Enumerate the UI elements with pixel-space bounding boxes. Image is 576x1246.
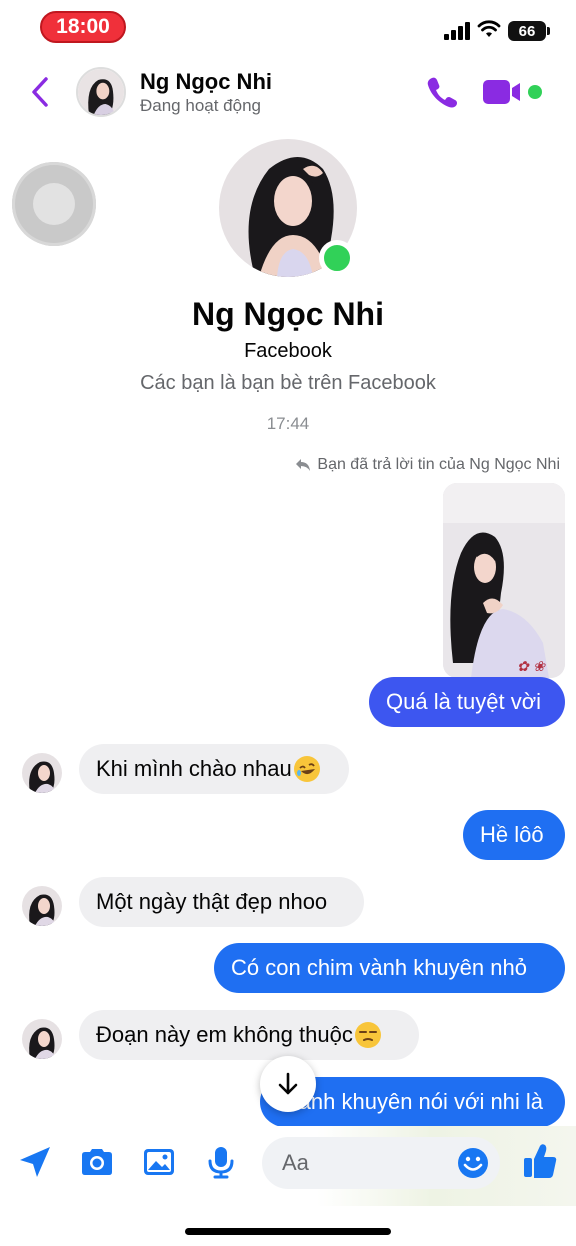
- message-incoming[interactable]: Một ngày thật đẹp nhoo: [79, 877, 364, 927]
- camera-icon[interactable]: [79, 1144, 115, 1180]
- wifi-icon: [477, 20, 501, 37]
- chat-header: Ng Ngọc Nhi Đang hoạt động: [0, 58, 576, 128]
- profile-friends-note: Các bạn là bạn bè trên Facebook: [140, 372, 436, 394]
- message-text: Khi mình chào nhau: [96, 756, 292, 781]
- sender-portrait: [22, 886, 62, 926]
- rolling-laughing-emoji-icon: [293, 756, 320, 782]
- svg-text:✿ ❀: ✿ ❀: [517, 659, 546, 675]
- battery-level: 66: [518, 22, 536, 40]
- cellular-signal-icon: [444, 22, 470, 40]
- message-outgoing[interactable]: Quá là tuyệt vời: [369, 677, 565, 727]
- phone-call-icon[interactable]: [424, 74, 460, 110]
- header-avatar[interactable]: [76, 67, 126, 117]
- status-bar: 18:00 66: [0, 0, 576, 58]
- assistive-touch-button[interactable]: [12, 162, 96, 246]
- reply-note: Bạn đã trả lời tin của Ng Ngọc Nhi: [295, 456, 560, 474]
- sender-avatar[interactable]: [22, 1019, 62, 1059]
- thumbs-up-icon[interactable]: [522, 1141, 558, 1181]
- message-text: Vành khuyên nói với nhi là: [284, 1089, 544, 1114]
- sender-avatar[interactable]: [22, 886, 62, 926]
- contact-name[interactable]: Ng Ngọc Nhi: [140, 69, 272, 95]
- video-call-icon[interactable]: [482, 78, 524, 106]
- message-text: Quá là tuyệt vời: [386, 689, 542, 714]
- composer-bar: [0, 1126, 576, 1206]
- message-incoming[interactable]: Khi mình chào nhau: [79, 744, 349, 794]
- profile-active-indicator: [319, 240, 355, 276]
- message-composer[interactable]: [262, 1137, 500, 1189]
- message-text: Đoạn này em không thuộc: [96, 1022, 353, 1047]
- reply-note-text: Bạn đã trả lời tin của Ng Ngọc Nhi: [317, 456, 560, 473]
- sender-portrait: [22, 753, 62, 793]
- message-outgoing[interactable]: Hề lôô: [463, 810, 565, 860]
- unamused-emoji-icon: [354, 1022, 381, 1048]
- scroll-to-bottom-button[interactable]: [260, 1056, 316, 1112]
- message-text: Một ngày thật đẹp nhoo: [96, 889, 328, 914]
- reply-arrow-icon: [296, 459, 311, 471]
- message-incoming[interactable]: Đoạn này em không thuộc: [79, 1010, 419, 1060]
- replied-story-image[interactable]: ✿ ❀: [443, 483, 565, 678]
- profile-subtitle: Facebook: [244, 340, 332, 362]
- sender-portrait: [22, 1019, 62, 1059]
- sender-avatar[interactable]: [22, 753, 62, 793]
- video-active-indicator: [528, 85, 542, 99]
- avatar-portrait: [78, 69, 124, 115]
- message-text: Có con chim vành khuyên nhỏ: [231, 955, 527, 980]
- profile-name: Ng Ngọc Nhi: [192, 296, 384, 332]
- arrow-down-icon: [278, 1072, 298, 1095]
- home-indicator: [185, 1228, 391, 1235]
- back-chevron-icon[interactable]: [26, 74, 56, 110]
- location-send-icon[interactable]: [17, 1144, 53, 1180]
- contact-status: Đang hoạt động: [140, 96, 261, 115]
- message-input[interactable]: [282, 1137, 452, 1189]
- message-timestamp: 17:44: [266, 414, 310, 433]
- story-photo: ✿ ❀: [443, 483, 565, 678]
- emoji-picker-icon[interactable]: [456, 1146, 490, 1180]
- battery-icon: 66: [508, 21, 546, 41]
- assistive-touch-inner: [33, 183, 75, 225]
- photo-gallery-icon[interactable]: [141, 1144, 177, 1180]
- microphone-icon[interactable]: [203, 1144, 239, 1180]
- status-time: 18:00: [40, 11, 126, 43]
- battery-cap: [547, 27, 550, 35]
- message-text: Hề lôô: [480, 822, 544, 847]
- message-outgoing[interactable]: Có con chim vành khuyên nhỏ: [214, 943, 565, 993]
